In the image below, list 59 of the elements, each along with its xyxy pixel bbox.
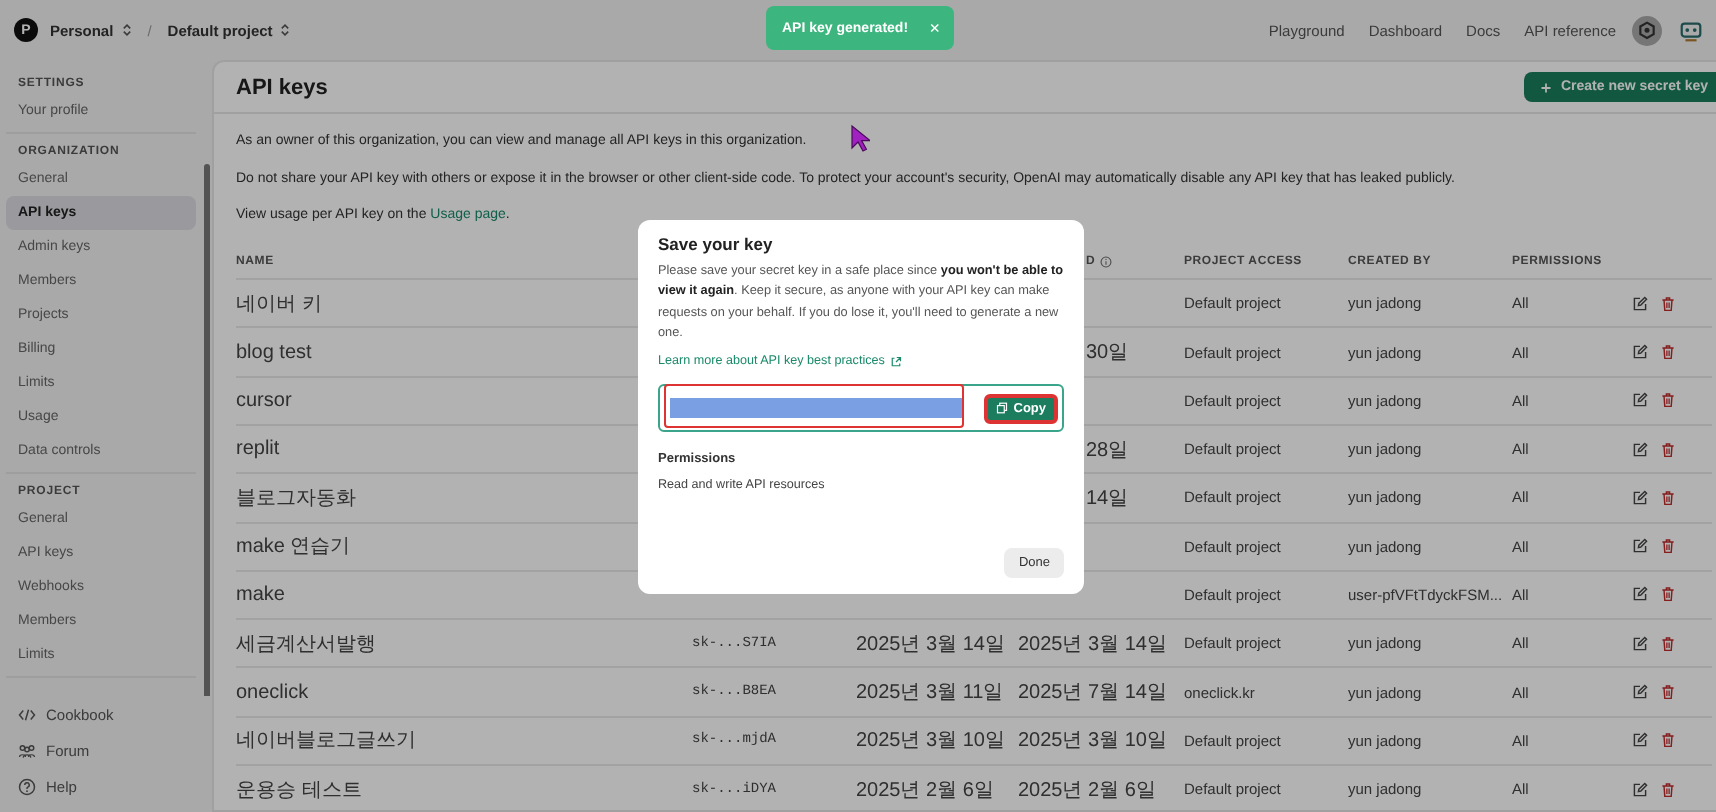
table-cell-text: make 연습기: [236, 534, 351, 561]
edit-icon[interactable]: [1632, 489, 1648, 506]
help-icon: [18, 777, 36, 795]
table-cell-text: 네이버 키: [236, 291, 322, 318]
table-cell-text: 세금계산서발행: [236, 631, 376, 658]
table-cell-text: 2025년 3월 11일: [856, 680, 1004, 707]
chevron-updown-icon: [121, 22, 132, 38]
table-cell-text: 2025년 7월 14일: [1018, 680, 1167, 707]
trash-icon[interactable]: [1660, 586, 1676, 603]
edit-icon[interactable]: [1632, 295, 1648, 312]
table-cell: oneclick: [236, 681, 309, 704]
edit-icon[interactable]: [1632, 538, 1648, 555]
table-cell-text: 2025년 3월 14일: [1018, 631, 1167, 658]
table-cell: make: [236, 583, 285, 606]
table-cell-text: 2025년 3월 10일: [856, 728, 1005, 755]
table-cell-text: 28일: [1086, 437, 1129, 464]
table-cell-text: 블로그자동화: [236, 485, 356, 512]
table-cell: cursor: [236, 389, 292, 412]
page-title: API keys: [236, 75, 328, 99]
info-icon: [1099, 256, 1112, 269]
edit-icon[interactable]: [1632, 441, 1648, 458]
external-link-icon: [890, 355, 903, 367]
code-icon: [18, 705, 36, 723]
table-cell-text: 2025년 2월 6일: [856, 777, 994, 804]
trash-icon[interactable]: [1660, 635, 1676, 652]
trash-icon[interactable]: [1660, 441, 1676, 458]
table-cell: replit: [236, 438, 280, 461]
table-cell-text: 2025년 3월 14일: [856, 631, 1005, 658]
trash-icon[interactable]: [1660, 295, 1676, 312]
plus-icon: [1540, 81, 1553, 93]
edit-icon[interactable]: [1632, 684, 1648, 701]
trash-icon[interactable]: [1660, 344, 1676, 360]
trash-icon[interactable]: [1660, 684, 1676, 701]
edit-icon[interactable]: [1632, 732, 1648, 749]
edit-icon[interactable]: [1632, 635, 1648, 652]
table-cell: blog test: [236, 341, 312, 363]
settings-icon[interactable]: [1632, 15, 1662, 45]
close-button[interactable]: ×: [929, 18, 940, 38]
edit-icon[interactable]: [1632, 586, 1648, 603]
chevron-updown-icon: [280, 22, 291, 38]
avatar-icon[interactable]: [1678, 17, 1704, 43]
cursor-icon: [850, 124, 870, 152]
trash-icon[interactable]: [1660, 538, 1676, 555]
table-cell-text: 네이버블로그글쓰기: [236, 728, 416, 755]
trash-icon[interactable]: [1660, 781, 1676, 798]
people-icon: [18, 741, 36, 759]
copy-icon: [995, 402, 1008, 414]
trash-icon[interactable]: [1660, 732, 1676, 749]
table-cell-text: 30일: [1086, 340, 1129, 366]
trash-icon[interactable]: [1660, 489, 1676, 506]
trash-icon[interactable]: [1660, 392, 1676, 409]
table-cell-text: 2025년 3월 10일: [1018, 728, 1167, 755]
table-cell-text: 14일: [1086, 485, 1129, 512]
edit-icon[interactable]: [1632, 344, 1648, 360]
table-cell-text: 운용승 테스트: [236, 777, 362, 804]
edit-icon[interactable]: [1632, 781, 1648, 798]
table-cell-text: 2025년 2월 6일: [1018, 777, 1156, 804]
edit-icon[interactable]: [1632, 392, 1648, 409]
dialog-title: Save your key: [658, 234, 775, 254]
